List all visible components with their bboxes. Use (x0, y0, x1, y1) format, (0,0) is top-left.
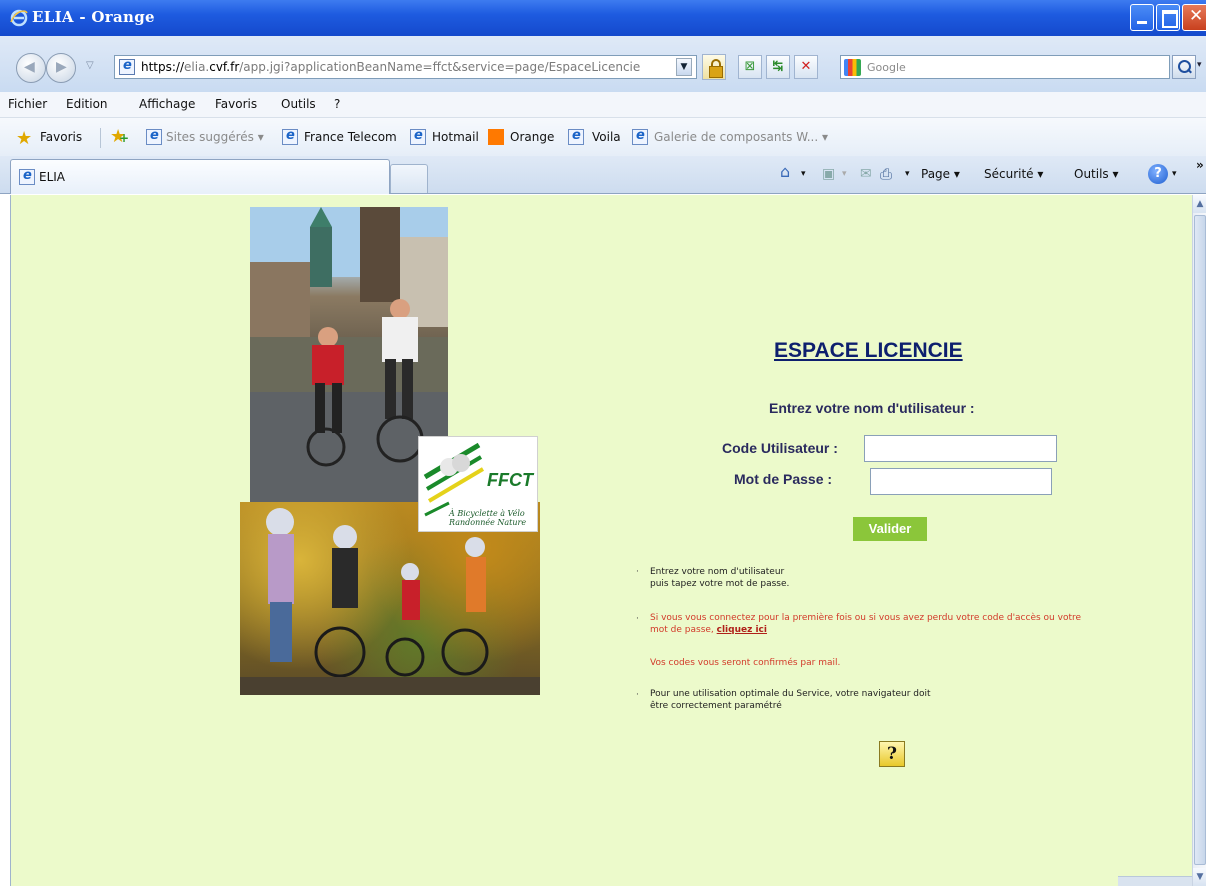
home-icon[interactable]: ⌂ (780, 162, 790, 181)
sites-suggested-icon (146, 128, 162, 145)
fav-galerie[interactable]: Galerie de composants W... ▾ (654, 130, 828, 144)
fav-hotmail[interactable]: Hotmail (432, 130, 479, 144)
recent-pages-dropdown-icon[interactable]: ▽ (86, 60, 94, 71)
help-question-button[interactable]: ? (879, 741, 905, 767)
close-button[interactable] (1182, 4, 1206, 31)
stop-icon[interactable]: ✕ (794, 55, 818, 79)
print-dropdown-icon[interactable]: ▾ (905, 169, 910, 179)
cliquez-ici-link[interactable]: cliquez ici (717, 625, 767, 635)
info-line: Pour une utilisation optimale du Service… (650, 689, 931, 699)
bullet-1: · (636, 567, 639, 577)
mot-de-passe-label: Mot de Passe : (734, 471, 833, 487)
toolbar-overflow-icon[interactable]: » (1196, 158, 1204, 172)
page-content (10, 195, 1192, 886)
ffct-logo: FFCT À Bicyclette à Vélo Randonnée Natur… (418, 436, 538, 532)
page-title: ESPACE LICENCIE (774, 339, 963, 362)
favorites-button[interactable]: Favoris (40, 130, 82, 144)
add-favorite-icon[interactable]: ★ (110, 126, 129, 147)
info-line: être correctement paramétré (650, 701, 782, 711)
minimize-button[interactable] (1130, 4, 1154, 31)
address-url[interactable]: https://elia.cvf.fr/app.jgi?applicationB… (141, 60, 640, 74)
info-line: mot de passe, cliquez ici (650, 625, 767, 635)
ffct-logo-subtitle: À Bicyclette à Vélo Randonnée Nature (449, 509, 527, 527)
menu-help[interactable]: ? (334, 97, 340, 111)
orange-logo-icon (488, 129, 504, 145)
galerie-icon (632, 128, 648, 145)
bullet-2: · (636, 614, 639, 624)
feeds-dropdown-icon[interactable]: ▾ (842, 169, 847, 179)
maximize-button[interactable] (1156, 4, 1180, 31)
scroll-down-arrow-icon[interactable]: ▼ (1193, 868, 1206, 886)
search-icon[interactable] (1172, 55, 1196, 79)
page-menu[interactable]: Page ▾ (921, 167, 960, 181)
mot-de-passe-input[interactable] (870, 468, 1052, 495)
tab-title: ELIA (39, 170, 66, 184)
hotmail-icon (410, 128, 426, 145)
home-dropdown-icon[interactable]: ▾ (801, 169, 806, 179)
navigation-bar: ▽ https://elia.cvf.fr/app.jgi?applicatio… (0, 36, 1206, 92)
favorites-bar: ★ Favoris ★ Sites suggérés ▾ France Tele… (0, 118, 1206, 156)
fav-sites-suggeres[interactable]: Sites suggérés ▾ (166, 130, 264, 144)
search-box[interactable]: Google (840, 55, 1170, 79)
window-title: ELIA - Orange (32, 8, 155, 26)
login-prompt: Entrez votre nom d'utilisateur : (769, 400, 975, 416)
valider-button[interactable]: Valider (853, 517, 927, 541)
help-icon[interactable]: ? (1148, 164, 1168, 184)
page-icon (119, 58, 135, 75)
search-options-dropdown-icon[interactable]: ▾ (1197, 60, 1202, 70)
security-menu[interactable]: Sécurité ▾ (984, 167, 1043, 181)
menu-bar: Fichier Edition Affichage Favoris Outils… (0, 92, 1206, 118)
info-first-login: Si vous vous connectez pour la première … (650, 612, 1081, 636)
menu-affichage[interactable]: Affichage (139, 97, 195, 111)
address-bar[interactable]: https://elia.cvf.fr/app.jgi?applicationB… (114, 55, 697, 79)
info-line: Si vous vous connectez pour la première … (650, 613, 1082, 623)
feeds-icon[interactable]: ▣ (822, 166, 835, 182)
tools-menu[interactable]: Outils ▾ (1074, 167, 1119, 181)
browser-window: ELIA - Orange ▽ https://elia.cvf.fr/app.… (0, 0, 1206, 886)
menu-outils[interactable]: Outils (281, 97, 316, 111)
fav-orange[interactable]: Orange (510, 130, 554, 144)
mail-icon[interactable]: ✉ (860, 166, 872, 182)
address-dropdown-button[interactable]: ▼ (676, 58, 692, 76)
google-icon (844, 59, 861, 76)
bullet-3: · (636, 690, 639, 700)
forward-button[interactable] (46, 53, 76, 83)
favorites-separator (100, 128, 101, 148)
menu-edition[interactable]: Edition (66, 97, 108, 111)
info-line: Entrez votre nom d'utilisateur (650, 567, 785, 577)
fav-voila[interactable]: Voila (592, 130, 621, 144)
print-icon[interactable]: ⎙ (880, 165, 892, 183)
info-browser-settings: Pour une utilisation optimale du Service… (650, 688, 931, 712)
code-utilisateur-label: Code Utilisateur : (722, 440, 838, 456)
menu-favoris[interactable]: Favoris (215, 97, 257, 111)
compatibility-view-icon[interactable]: ⊠ (738, 55, 762, 79)
back-button[interactable] (16, 53, 46, 83)
info-mail-confirmation: Vos codes vous seront confirmés par mail… (650, 658, 841, 668)
info-line: puis tapez votre mot de passe. (650, 579, 790, 589)
fav-france-telecom[interactable]: France Telecom (304, 130, 397, 144)
scroll-up-arrow-icon[interactable]: ▲ (1193, 195, 1206, 213)
refresh-icon[interactable]: ↹ (766, 55, 790, 79)
help-dropdown-icon[interactable]: ▾ (1172, 169, 1177, 179)
ie-logo-icon (10, 9, 28, 27)
ffct-logo-text: FFCT (487, 470, 533, 490)
security-lock-icon[interactable] (702, 54, 726, 80)
status-bar-fragment (1118, 876, 1192, 886)
tab-elia[interactable]: ELIA (10, 159, 390, 194)
menu-fichier[interactable]: Fichier (8, 97, 47, 111)
scroll-thumb[interactable] (1194, 215, 1206, 865)
france-telecom-icon (282, 128, 298, 145)
vertical-scrollbar[interactable]: ▲ ▼ (1192, 195, 1206, 886)
code-utilisateur-input[interactable] (864, 435, 1057, 462)
title-bar: ELIA - Orange (0, 0, 1206, 36)
tab-page-icon (19, 168, 35, 185)
voila-icon (568, 128, 584, 145)
tab-bar: ELIA ⌂ ▾ ▣ ▾ ✉ ⎙ ▾ Page ▾ Sécurité ▾ Out… (0, 156, 1206, 194)
search-placeholder: Google (867, 61, 906, 74)
info-login-instructions: Entrez votre nom d'utilisateur puis tape… (650, 566, 789, 590)
favorites-star-icon[interactable]: ★ (16, 128, 32, 149)
new-tab-button[interactable] (390, 164, 428, 193)
